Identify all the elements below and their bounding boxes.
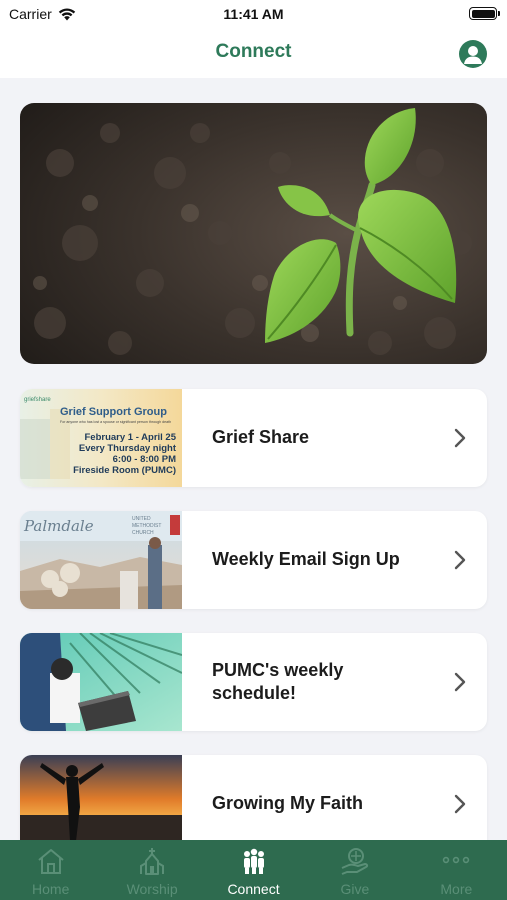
tab-give[interactable]: Give: [304, 840, 405, 900]
tab-label: Worship: [126, 881, 178, 897]
chevron-right-icon: [454, 672, 466, 692]
grief-share-thumbnail: griefshare Grief Support Group For anyon…: [20, 389, 182, 487]
list-item-label: Growing My Faith: [212, 793, 363, 814]
hero-banner[interactable]: [20, 103, 487, 364]
thumb-line-1: UNITED: [132, 516, 151, 522]
chevron-right-icon: [454, 550, 466, 570]
tab-connect[interactable]: Connect: [203, 840, 304, 900]
giving-hand-icon: [341, 848, 368, 875]
connect-list[interactable]: griefshare Grief Support Group For anyon…: [0, 78, 507, 840]
list-item[interactable]: griefshare Grief Support Group For anyon…: [20, 389, 487, 487]
weekly-schedule-thumbnail: [20, 633, 182, 731]
people-icon: [243, 848, 264, 874]
more-dots-icon: [443, 856, 470, 864]
list-item-label: PUMC's weekly schedule!: [212, 659, 344, 703]
thumb-line-2: METHODIST: [132, 523, 161, 529]
tab-worship[interactable]: Worship: [101, 840, 202, 900]
tab-bar: Home Worship Connect Give More: [0, 840, 507, 900]
thumb-title: Grief Support Group: [60, 406, 167, 418]
thumb-subtitle: For anyone who has lost a spouse or sign…: [60, 420, 171, 424]
list-item[interactable]: Growing My Faith: [20, 755, 487, 840]
growing-faith-thumbnail: [20, 755, 182, 840]
user-icon: [464, 46, 482, 64]
svg-text:griefshare: griefshare: [24, 397, 51, 403]
tab-label: Give: [340, 881, 370, 897]
tab-more[interactable]: More: [406, 840, 507, 900]
status-bar: Carrier 11:41 AM: [0, 0, 507, 28]
thumb-line-3: CHURCH: [132, 530, 154, 536]
list-item[interactable]: PUMC's weekly schedule!: [20, 633, 487, 731]
profile-button[interactable]: [459, 40, 487, 68]
page-title: Connect: [215, 41, 292, 62]
battery-icon: [469, 7, 500, 20]
thumb-schedule: Every Thursday night: [79, 443, 177, 454]
chevron-right-icon: [454, 428, 466, 448]
tab-label: Home: [32, 881, 70, 897]
thumb-date: February 1 - April 25: [84, 432, 176, 443]
email-signup-thumbnail: Palmdale UNITED METHODIST CHURCH: [20, 511, 182, 609]
seedling-image: [20, 103, 487, 364]
thumb-time: 6:00 - 8:00 PM: [113, 454, 176, 465]
tab-home[interactable]: Home: [0, 840, 101, 900]
status-time: 11:41 AM: [223, 6, 284, 22]
list-item[interactable]: Palmdale UNITED METHODIST CHURCH Weekly …: [20, 511, 487, 609]
thumb-script: Palmdale: [23, 517, 94, 535]
chevron-right-icon: [454, 794, 466, 814]
list-item-label: Grief Share: [212, 427, 310, 448]
list-item-label: Weekly Email Sign Up: [212, 549, 400, 570]
thumb-location: Fireside Room (PUMC): [73, 465, 176, 476]
church-icon: [140, 848, 165, 875]
tab-label: Connect: [227, 881, 280, 897]
navigation-bar: Connect: [0, 28, 507, 78]
house-icon: [38, 849, 64, 874]
tab-label: More: [440, 881, 473, 897]
